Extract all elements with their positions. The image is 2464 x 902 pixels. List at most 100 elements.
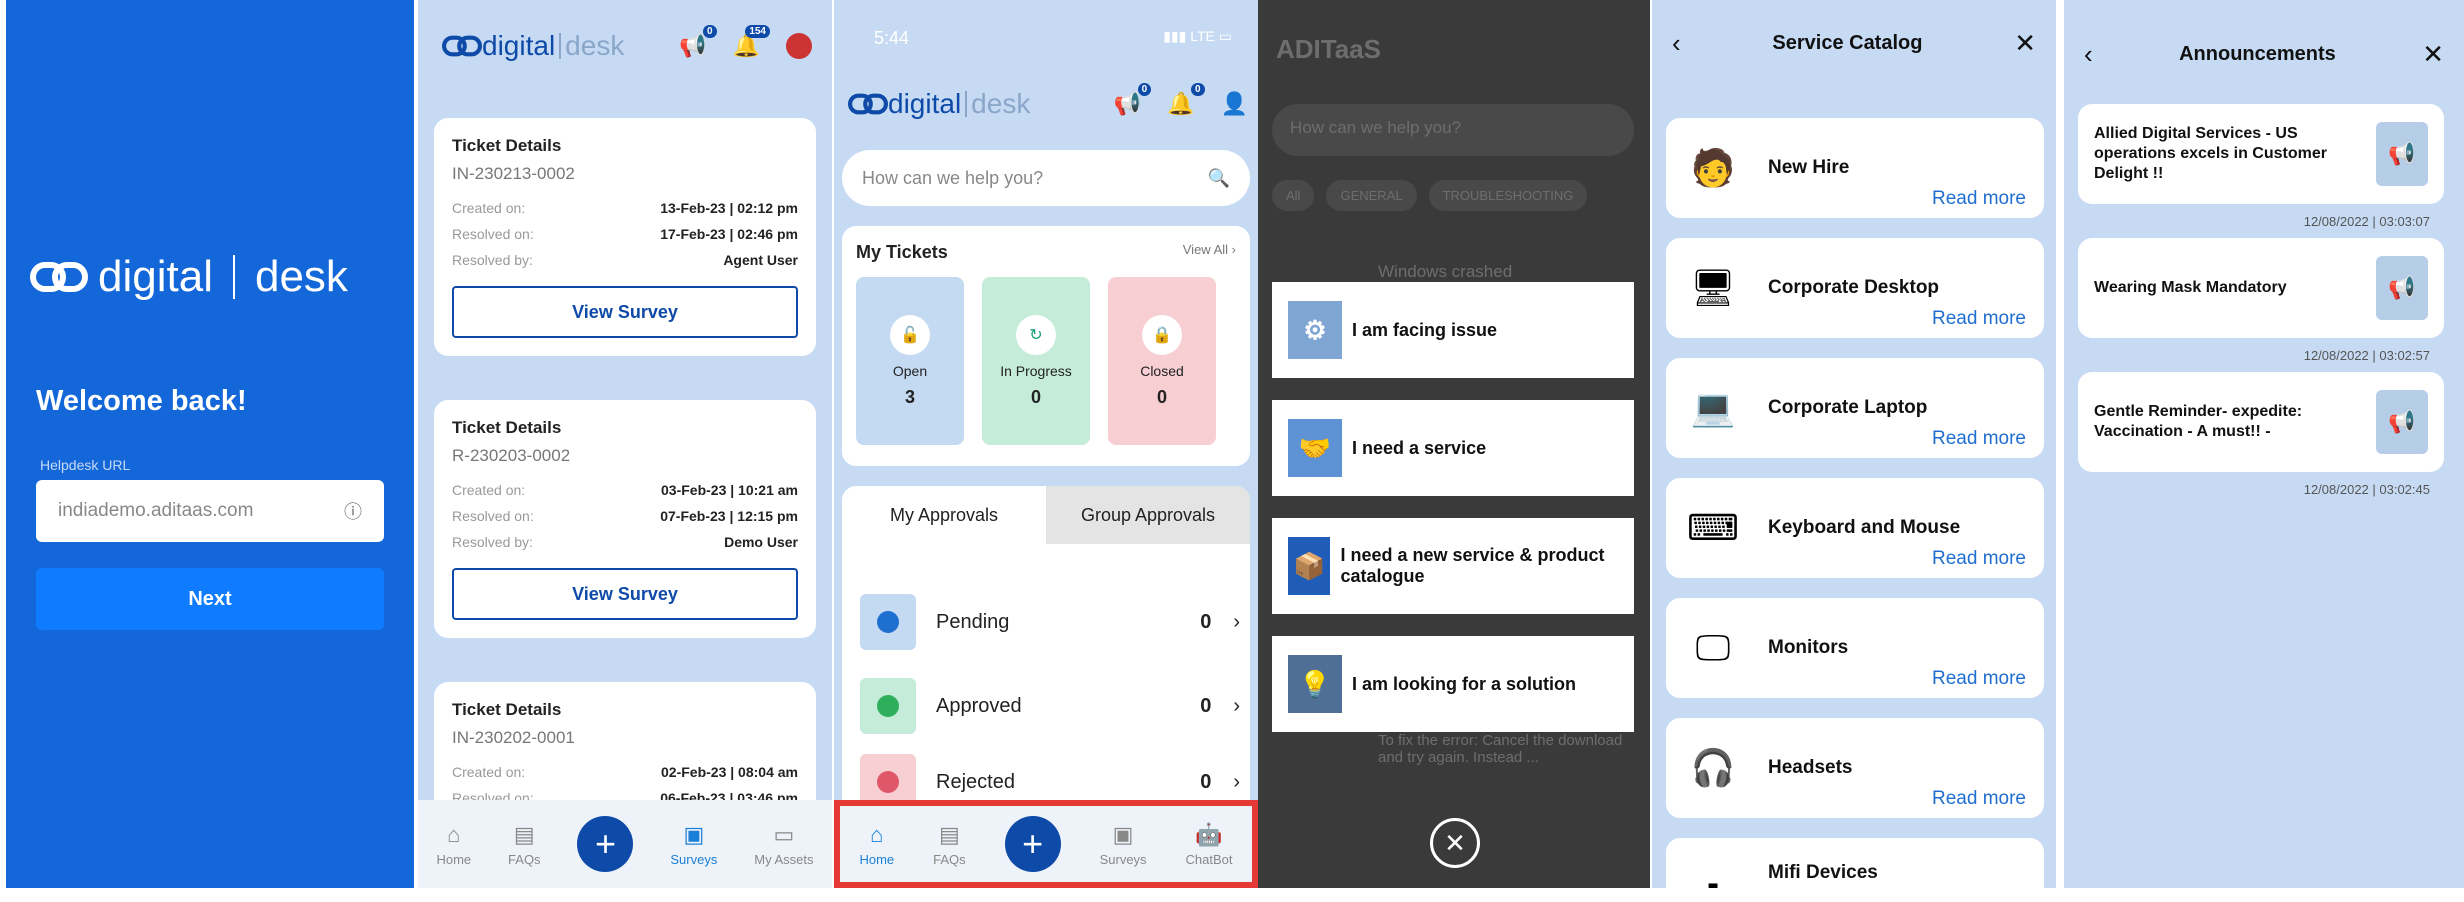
megaphone-icon[interactable]: 📢 0 [679, 25, 717, 59]
headset-icon: 🎧 [1690, 747, 1736, 788]
nav-chatbot[interactable]: 🤖 ChatBot [1186, 822, 1233, 867]
user-icon[interactable]: 👤 [1221, 91, 1248, 117]
view-survey-button[interactable]: View Survey [452, 568, 798, 620]
approval-row-approved[interactable]: Approved 0 › [860, 678, 1240, 734]
my-tickets-card: My Tickets View All › 🔓 Open 3 ↻ In Progress… [842, 226, 1250, 466]
nav-faqs[interactable]: ▤ FAQs [508, 822, 541, 867]
search-input[interactable]: How can we help you? 🔍 [842, 150, 1250, 206]
top-bar: ‹ Announcements ✕ [2064, 0, 2464, 108]
row-count: 0 [1200, 610, 1212, 633]
search-placeholder: How can we help you? [862, 167, 1044, 188]
catalog-item[interactable]: 🖵 Monitors Read more [1666, 598, 2044, 698]
announcement-card[interactable]: Wearing Mask Mandatory 📢 [2078, 238, 2444, 338]
catalog-item[interactable]: 🎧 Headsets Read more [1666, 718, 2044, 818]
logo-right: desk [565, 30, 625, 61]
info-icon[interactable]: ⓘ [344, 498, 362, 524]
nav-home[interactable]: ⌂ Home [436, 822, 471, 867]
item-label: Mifi Devices [1768, 862, 1878, 883]
back-icon[interactable]: ‹ [1672, 28, 1681, 59]
avatar[interactable] [786, 33, 812, 59]
nav-label: My Assets [754, 851, 814, 867]
bg-item: Windows crashed [1378, 262, 1513, 281]
close-icon[interactable]: ✕ [2422, 39, 2444, 70]
nav-surveys[interactable]: ▣ Surveys [670, 822, 717, 867]
item-label: New Hire [1768, 157, 1850, 178]
bg-title: ADITaaS [1276, 34, 1381, 64]
catalog-item[interactable]: 🖥 Corporate Desktop Read more [1666, 238, 2044, 338]
view-all-link[interactable]: View All › [1183, 242, 1236, 263]
view-survey-button[interactable]: View Survey [452, 286, 798, 338]
option-new-service-catalogue[interactable]: 📦 I need a new service & product catalogu… [1272, 518, 1634, 614]
row-label: Approved [936, 694, 1022, 717]
read-more-link[interactable]: Read more [1932, 788, 2026, 810]
megaphone-icon: 📢 [2376, 122, 2428, 186]
bell-icon[interactable]: 🔔 154 [733, 25, 770, 59]
monitor-icon: 🖵 [1695, 626, 1731, 668]
welcome-title: Welcome back! [36, 385, 247, 417]
progress-icon: ↻ [1016, 314, 1056, 355]
row-count: 0 [1200, 770, 1212, 793]
back-icon[interactable]: ‹ [2084, 39, 2093, 70]
ticket-id: IN-230202-0001 [452, 728, 575, 747]
tile-open[interactable]: 🔓 Open 3 [856, 277, 964, 445]
tile-label: Closed [1140, 362, 1184, 379]
announcement-date: 12/08/2022 | 03:02:57 [2303, 348, 2430, 363]
close-icon[interactable]: ✕ [2014, 28, 2036, 59]
row-label: Rejected [936, 770, 1015, 793]
surveys-screen: digital desk 📢 0 🔔 154 Ticket Details IN-23… [418, 0, 832, 888]
item-label: Headsets [1768, 757, 1853, 778]
megaphone-icon: 📢 [2376, 390, 2428, 454]
read-more-link[interactable]: Read more [1932, 668, 2026, 690]
option-need-service[interactable]: 🤝 I need a service [1272, 400, 1634, 496]
brand-logo: digital desk [848, 88, 1030, 120]
nav-assets[interactable]: ▭ My Assets [754, 822, 813, 867]
next-button[interactable]: Next [36, 568, 384, 630]
add-button[interactable]: + [577, 816, 634, 872]
check-icon [860, 678, 916, 734]
announcement-card[interactable]: Allied Digital Services - US operations … [2078, 104, 2444, 204]
tab-my-approvals[interactable]: My Approvals [842, 486, 1046, 544]
nav-label: FAQs [933, 851, 966, 867]
badge: 0 [1191, 83, 1205, 96]
tile-in-progress[interactable]: ↻ In Progress 0 [982, 277, 1090, 445]
link-label: View All [1182, 242, 1229, 257]
item-label: Corporate Laptop [1768, 397, 1928, 418]
megaphone-icon[interactable]: 📢 0 [1114, 83, 1152, 117]
chevron-right-icon: › [1233, 694, 1240, 717]
option-label: I need a new service & product catalogue [1340, 545, 1605, 586]
new-hire-icon: 🧑 [1690, 147, 1736, 188]
tab-group-approvals[interactable]: Group Approvals [1046, 486, 1250, 544]
nav-surveys[interactable]: ▣ Surveys [1100, 822, 1147, 867]
tile-label: In Progress [1000, 362, 1072, 379]
options-overlay-screen: ADITaaS How can we help you? All GENERAL… [1258, 0, 1650, 888]
option-facing-issue[interactable]: ⚙ I am facing issue [1272, 282, 1634, 378]
catalog-item[interactable]: ⌨ Keyboard and Mouse Read more [1666, 478, 2044, 578]
bell-icon[interactable]: 🔔 0 [1167, 83, 1205, 117]
catalog-item[interactable]: 🧑 New Hire Read more [1666, 118, 2044, 218]
logo-left: digital [888, 88, 962, 119]
option-looking-solution[interactable]: 💡 I am looking for a solution [1272, 636, 1634, 732]
announcement-card[interactable]: Gentle Reminder- expedite: Vaccination -… [2078, 372, 2444, 472]
bulb-icon: 💡 [1288, 655, 1342, 713]
search-icon[interactable]: 🔍 [1208, 168, 1230, 189]
tile-closed[interactable]: 🔒 Closed 0 [1108, 277, 1216, 445]
catalog-item[interactable]: 💻 Corporate Laptop Read more [1666, 358, 2044, 458]
close-button[interactable]: ✕ [1430, 818, 1480, 868]
read-more-link[interactable]: Read more [1932, 188, 2026, 210]
ticket-id: R-230203-0002 [452, 446, 571, 465]
nav-home[interactable]: ⌂ Home [859, 822, 894, 867]
add-button[interactable]: + [1004, 816, 1061, 872]
faq-icon: ▤ [513, 821, 535, 847]
read-more-link[interactable]: Read more [1932, 308, 2026, 330]
read-more-link[interactable]: Read more [1932, 548, 2026, 570]
catalog-item[interactable]: ▪ Mifi Devices [1666, 838, 2044, 888]
box-icon: 📦 [1288, 537, 1331, 595]
read-more-link[interactable]: Read more [1932, 428, 2026, 450]
value: 17-Feb-23 | 02:46 pm [660, 226, 798, 242]
approval-row-pending[interactable]: Pending 0 › [860, 594, 1240, 650]
ticket-title: Ticket Details [452, 136, 562, 155]
nav-faqs[interactable]: ▤ FAQs [933, 822, 966, 867]
helpdesk-url-input[interactable]: indiademo.aditaas.com ⓘ [36, 480, 384, 542]
announcement-text: Wearing Mask Mandatory [2094, 279, 2287, 296]
nav-label: FAQs [508, 851, 541, 867]
